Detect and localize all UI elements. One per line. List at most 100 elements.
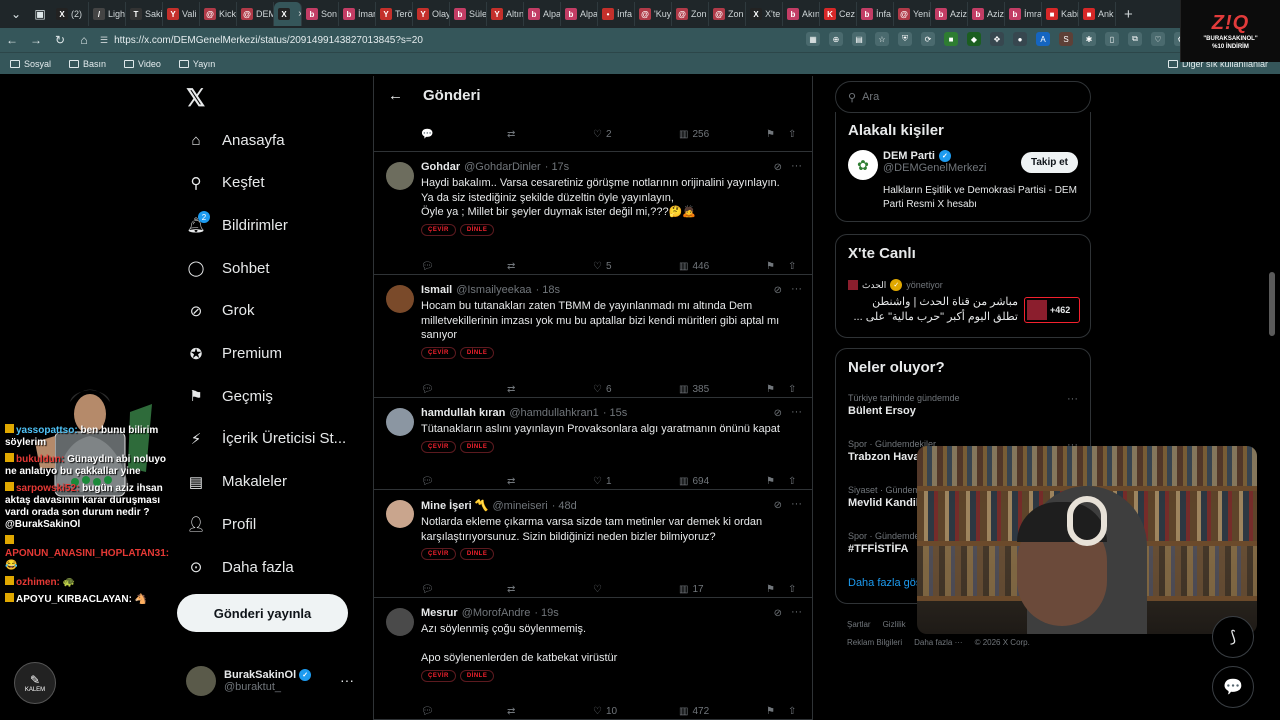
author-name[interactable]: Mesrur (421, 607, 458, 619)
grok-topic-icon[interactable]: ⊘ (774, 162, 782, 173)
related-account[interactable]: DEM Parti ✓ @DEMGenelMerkezi (883, 150, 986, 174)
nav-item-search[interactable]: ⚲ Keşfet (186, 173, 265, 193)
grok-topic-icon[interactable]: ⊘ (774, 500, 782, 511)
like-button[interactable]: ♡ 10 (593, 706, 617, 717)
browser-tab[interactable]: b Alpa (524, 2, 561, 26)
grok-fab[interactable]: ⟆ (1212, 616, 1254, 658)
browser-tab[interactable]: / Ligh (89, 2, 126, 26)
browser-tab[interactable]: @ Kick (200, 2, 237, 26)
translate-button[interactable]: ÇEVİR (421, 223, 456, 236)
more-icon[interactable]: ··· (1067, 393, 1078, 405)
views-button[interactable]: ▥ 446 (679, 261, 709, 272)
views-button[interactable]: ▥ 694 (679, 476, 709, 487)
browser-tab[interactable]: @ Yeni (894, 2, 931, 26)
url-text[interactable]: https://x.com/DEMGenelMerkezi/status/209… (114, 35, 423, 46)
avatar[interactable] (386, 408, 414, 436)
reader-icon[interactable]: ▤ (852, 32, 866, 46)
bookmark-basin[interactable]: Basın (69, 59, 106, 69)
browser-tab[interactable]: K Cez (820, 2, 857, 26)
url-field[interactable]: ☰ https://x.com/DEMGenelMerkezi/status/2… (100, 30, 800, 50)
grok-topic-icon[interactable]: ⊘ (774, 285, 782, 296)
translate-button[interactable]: ÇEVİR (421, 346, 456, 359)
share-button[interactable]: ⇧ (788, 261, 796, 272)
nav-item-premium[interactable]: ✪ Premium (186, 344, 282, 364)
bookmark-yayin[interactable]: Yayın (178, 59, 215, 69)
browser-tab[interactable]: b İnfa (857, 2, 894, 26)
x-logo-icon[interactable]: 𝕏 (186, 84, 205, 113)
nav-item-bookmark[interactable]: ⚑ Geçmiş (186, 386, 273, 406)
repost-button[interactable]: ⇄ (507, 706, 515, 717)
back-arrow-icon[interactable]: ← (388, 87, 403, 104)
zoom-icon[interactable]: ⊕ (829, 32, 843, 46)
footer-terms[interactable]: Şartlar (847, 620, 871, 629)
tab-list-icon[interactable]: ⌄ (4, 7, 28, 21)
bookmark-button[interactable]: ⚑ (766, 476, 775, 487)
more-icon[interactable]: ··· (791, 498, 802, 510)
avatar[interactable] (386, 162, 414, 190)
listen-button[interactable]: DİNLE (459, 346, 495, 359)
show-more-link[interactable]: Daha fazla gös (848, 577, 921, 589)
new-tab-button[interactable]: + (1116, 6, 1141, 23)
reply-post[interactable]: hamdullah kıran @hamdullahkran1 · 15s Tü… (374, 398, 812, 490)
post-time[interactable]: · 48d (552, 500, 577, 512)
messages-fab[interactable]: 💬 (1212, 666, 1254, 708)
nav-item-lightning[interactable]: ⚡︎ İçerik Üreticisi St... (186, 429, 346, 449)
browser-tab[interactable]: Y Altın (487, 2, 524, 26)
author-handle[interactable]: @MorofAndre (462, 607, 531, 619)
more-icon[interactable]: ··· (340, 672, 354, 688)
like-button[interactable]: ♡ (593, 584, 606, 595)
extension-s-icon[interactable]: S (1059, 32, 1073, 46)
bookmark-button[interactable]: ⚑ (766, 706, 775, 717)
reply-post[interactable]: Ismail @Ismailyeekaa · 18s Hocam bu tuta… (374, 275, 812, 398)
views-button[interactable]: ▥ 385 (679, 384, 709, 395)
like-button[interactable]: ♡ 5 (593, 261, 612, 272)
extension-move-icon[interactable]: ✥ (990, 32, 1004, 46)
reply-button[interactable]: 💬︎ (421, 584, 434, 595)
reply-icon[interactable]: 💬 (421, 129, 433, 140)
page-scrollbar[interactable] (1268, 76, 1276, 720)
back-icon[interactable]: ← (0, 33, 24, 47)
share-button[interactable]: ⇧ (788, 384, 796, 395)
browser-tab[interactable]: X (2) (52, 2, 89, 26)
share-button[interactable]: ⇧ (788, 584, 796, 595)
reply-post[interactable]: Mesrur @MorofAndre · 19s Azı söylenmiş ç… (374, 598, 812, 720)
home-browser-icon[interactable]: ⌂ (72, 33, 96, 47)
browser-tab[interactable]: X× (274, 2, 302, 26)
account-switcher[interactable]: BurakSakinOl ✓ @buraktut_ ··· (186, 666, 366, 696)
more-icon[interactable]: ··· (791, 606, 802, 618)
extension-green2-icon[interactable]: ◆ (967, 32, 981, 46)
footer-ads[interactable]: Reklam Bilgileri (847, 638, 902, 647)
post-time[interactable]: · 17s (545, 161, 569, 173)
live-listeners[interactable]: +462 (1024, 297, 1080, 323)
browser-tab[interactable]: ■ Ank (1079, 2, 1116, 26)
puzzle-icon[interactable]: ✱ (1082, 32, 1096, 46)
post-time[interactable]: · 15s (603, 407, 627, 419)
heart-icon[interactable]: ♡ (1151, 32, 1165, 46)
listen-button[interactable]: DİNLE (459, 223, 495, 236)
author-handle[interactable]: @mineiseri (493, 500, 548, 512)
avatar[interactable] (386, 285, 414, 313)
share-button[interactable]: ⇧ (788, 476, 796, 487)
reply-post[interactable]: Gohdar @GohdarDinler · 17s Haydi bakalım… (374, 152, 812, 275)
author-handle[interactable]: @hamdullahkran1 (509, 407, 598, 419)
share-icon[interactable]: ⇧ (788, 129, 796, 140)
browser-tab[interactable]: Y Terö (376, 2, 413, 26)
post-time[interactable]: · 19s (534, 607, 558, 619)
browser-tab[interactable]: T Saki (126, 2, 163, 26)
live-host[interactable]: الحدث ✓ yönetiyor (848, 279, 943, 291)
like-button[interactable]: ♡ 2 (593, 129, 612, 140)
share-button[interactable]: ⇧ (788, 706, 796, 717)
nav-item-home[interactable]: ⌂ Anasayfa (186, 130, 284, 150)
like-button[interactable]: ♡ 6 (593, 384, 612, 395)
views-button[interactable]: ▥ 17 (679, 584, 704, 595)
browser-tab[interactable]: b Süle (450, 2, 487, 26)
author-handle[interactable]: @Ismailyeekaa (456, 284, 531, 296)
bookmark-button[interactable]: ⚑ (766, 384, 775, 395)
listen-button[interactable]: DİNLE (459, 440, 495, 453)
browser-tab[interactable]: b İmar (339, 2, 376, 26)
footer-privacy[interactable]: Gizlilik (883, 620, 906, 629)
post-button[interactable]: Gönderi yayınla (177, 594, 348, 632)
repost-icon[interactable]: ⇄ (507, 129, 515, 140)
browser-tab[interactable]: b Aziz (968, 2, 1005, 26)
grok-topic-icon[interactable]: ⊘ (774, 608, 782, 619)
